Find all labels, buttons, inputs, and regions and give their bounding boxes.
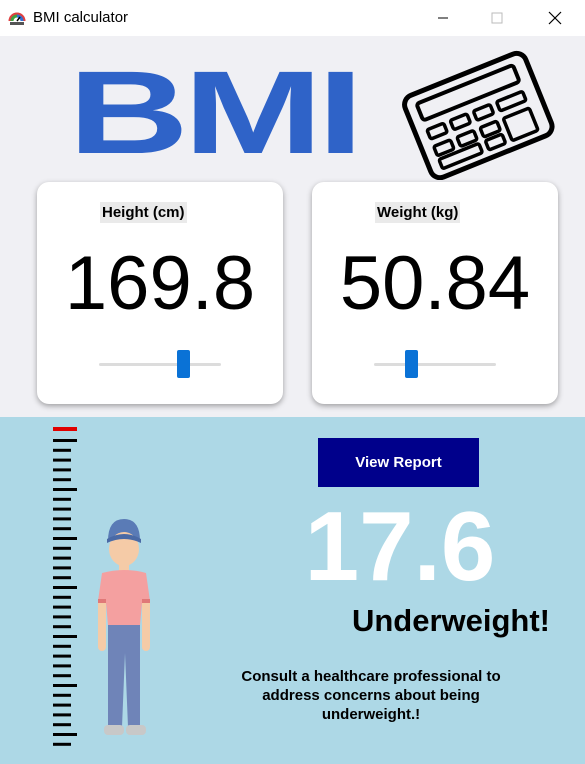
ruler-tick (53, 684, 77, 687)
ruler-tick (53, 586, 77, 589)
advice-text: Consult a healthcare professional to add… (241, 668, 501, 723)
ruler-tick (53, 605, 71, 609)
bmi-status: Underweight! (351, 603, 550, 638)
view-report-button[interactable]: View Report (318, 438, 479, 487)
weight-slider-thumb[interactable] (404, 350, 418, 378)
bmi-logo: BMI (68, 47, 364, 179)
ruler-tick (53, 693, 71, 697)
ruler-tick (53, 448, 71, 452)
ruler-tick (53, 537, 77, 540)
bmi-value: 17.6 (304, 491, 496, 601)
ruler-tick (53, 713, 71, 717)
close-icon (548, 11, 562, 25)
ruler-tick (53, 615, 71, 619)
maximize-button[interactable] (474, 0, 520, 36)
ruler-tick (53, 742, 71, 746)
ruler-tick (53, 527, 71, 531)
ruler-tick (53, 546, 71, 550)
ruler-tick (53, 439, 77, 442)
ruler-tick (53, 488, 77, 491)
result-panel: View Report 17.6 Underweight! Consult a … (0, 417, 585, 764)
window-title: BMI calculator (33, 9, 129, 26)
app-icon (8, 12, 26, 25)
weight-card: Weight (kg) 50.84 (312, 182, 558, 404)
ruler-icon (53, 427, 77, 746)
weight-value: 50.84 (339, 241, 531, 326)
ruler-tick (53, 576, 71, 580)
ruler-tick (53, 595, 71, 599)
input-panel: BMI Height (cm) 169.8 Weight (kg) 50.84 (0, 36, 585, 417)
height-card: Height (cm) 169.8 (37, 182, 283, 404)
title-bar: BMI calculator (0, 0, 585, 36)
ruler-tick (53, 635, 77, 638)
ruler-tick (53, 664, 71, 668)
ruler-tick (53, 517, 71, 521)
ruler-tick (53, 458, 71, 462)
height-slider-thumb[interactable] (177, 350, 191, 378)
ruler-tick (53, 644, 71, 648)
minimize-button[interactable] (420, 0, 466, 36)
ruler-tick (53, 723, 71, 727)
ruler-tick (53, 507, 71, 511)
ruler-tick (53, 478, 71, 482)
ruler-tick (53, 625, 71, 629)
close-button[interactable] (532, 0, 578, 36)
calculator-icon (402, 50, 555, 180)
ruler-tick (53, 497, 71, 501)
ruler-tick (53, 566, 71, 570)
ruler-tick (53, 733, 77, 736)
height-slider[interactable] (99, 363, 221, 366)
minimize-icon (438, 17, 448, 19)
height-value: 169.8 (64, 241, 256, 326)
ruler-tick (53, 556, 71, 560)
maximize-icon (491, 12, 503, 24)
ruler-tick (53, 703, 71, 707)
ruler-tick (53, 468, 71, 472)
weight-label: Weight (kg) (375, 202, 461, 223)
person-icon (98, 519, 150, 735)
height-label: Height (cm) (100, 202, 187, 223)
weight-slider[interactable] (374, 363, 496, 366)
ruler-tick (53, 654, 71, 658)
ruler-tick (53, 674, 71, 678)
